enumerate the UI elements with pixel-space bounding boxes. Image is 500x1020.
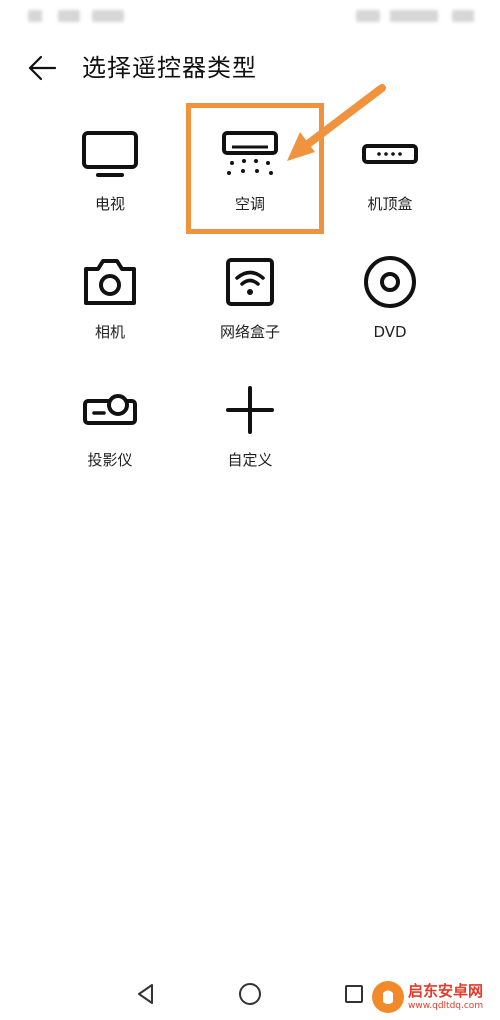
- projector-icon: [78, 378, 142, 442]
- device-label: DVD: [373, 323, 407, 341]
- annotation-arrow-icon: [287, 84, 386, 161]
- watermark-text: 启东安卓网: [408, 982, 484, 1000]
- device-dvd[interactable]: DVD: [320, 250, 460, 360]
- nav-home-button[interactable]: [236, 980, 264, 1008]
- nav-back-button[interactable]: [132, 980, 160, 1008]
- watermark-logo-icon: [372, 981, 404, 1013]
- watermark: 启东安卓网 www.qdltdq.com: [372, 975, 498, 1019]
- device-label: 自定义: [227, 451, 273, 469]
- square-recents-icon: [345, 985, 363, 1003]
- device-camera[interactable]: 相机: [40, 250, 180, 360]
- plus-icon: [218, 378, 282, 442]
- nav-recents-button[interactable]: [340, 980, 368, 1008]
- device-network-box[interactable]: 网络盒子: [180, 250, 320, 360]
- device-custom[interactable]: 自定义: [180, 378, 320, 488]
- device-projector[interactable]: 投影仪: [40, 378, 180, 488]
- device-label: 网络盒子: [219, 323, 280, 341]
- device-label: 投影仪: [87, 451, 133, 469]
- watermark-url: www.qdltdq.com: [408, 1001, 484, 1011]
- triangle-back-icon: [138, 984, 153, 1004]
- circle-home-icon: [239, 983, 261, 1005]
- device-label: 相机: [94, 323, 125, 341]
